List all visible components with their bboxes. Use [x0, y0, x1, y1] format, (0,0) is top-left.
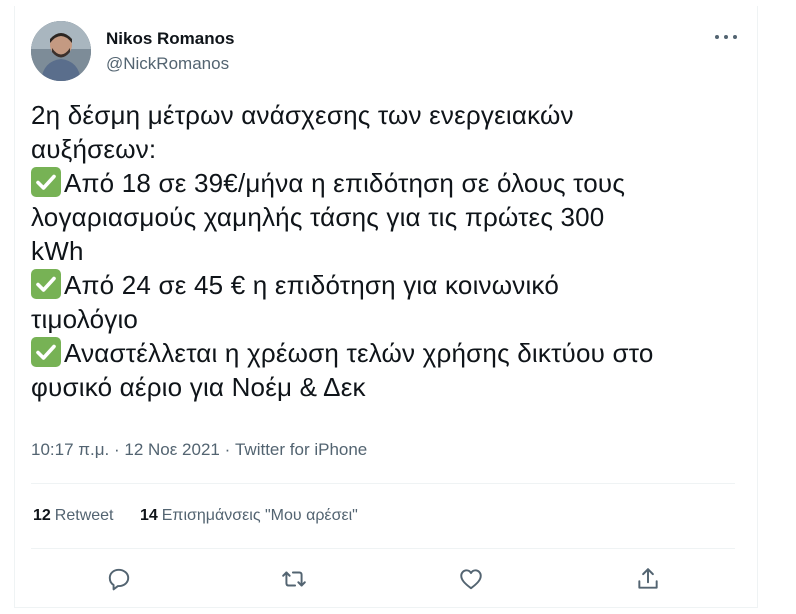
retweets-stat[interactable]: 12 Retweet — [33, 507, 114, 524]
tweet-line: kWh — [31, 234, 751, 268]
tweet-line: αυξήσεων: — [31, 132, 751, 166]
likes-count: 14 — [139, 507, 158, 524]
share-icon[interactable] — [635, 566, 661, 592]
like-icon[interactable] — [458, 566, 484, 592]
meta-separator: · — [224, 440, 235, 459]
tweet-line-text: Από 24 σε 45 € η επιδότηση για κοινωνικό — [64, 270, 559, 300]
tweet-line-text: αυξήσεων: — [31, 134, 157, 164]
retweets-count: 12 — [33, 507, 51, 524]
user-handle[interactable]: @NickRomanos — [106, 54, 229, 74]
tweet-line: φυσικό αέριο για Νοέμ & Δεκ — [31, 370, 751, 404]
check-mark-icon — [31, 269, 61, 299]
retweets-label: Retweet — [54, 507, 114, 524]
tweet-line-text: kWh — [31, 236, 84, 266]
likes-label: Επισημάνσεις "Μου αρέσει" — [161, 507, 358, 524]
divider — [31, 548, 735, 549]
tweet-source[interactable]: Twitter for iPhone — [235, 440, 367, 459]
tweet-line: Από 18 σε 39€/μήνα η επιδότηση σε όλους … — [31, 166, 751, 200]
retweet-icon[interactable] — [281, 566, 307, 592]
tweet-line-text: λογαριασμούς χαμηλής τάσης για τις πρώτε… — [31, 202, 605, 232]
tweet-line-text: φυσικό αέριο για Νοέμ & Δεκ — [31, 372, 366, 402]
tweet-date[interactable]: 12 Νοε 2021 — [124, 440, 219, 459]
tweet-line-text: Αναστέλλεται η χρέωση τελών χρήσης δικτύ… — [64, 338, 654, 368]
avatar-image — [31, 21, 91, 81]
likes-stat[interactable]: 14 Επισημάνσεις "Μου αρέσει" — [140, 507, 358, 524]
more-icon[interactable] — [712, 25, 740, 49]
tweet-text: 2η δέσμη μέτρων ανάσχεσης των ενεργειακώ… — [31, 98, 751, 404]
display-name[interactable]: Nikos Romanos — [106, 29, 234, 49]
tweet-line: λογαριασμούς χαμηλής τάσης για τις πρώτε… — [31, 200, 751, 234]
tweet-line: Από 24 σε 45 € η επιδότηση για κοινωνικό — [31, 268, 751, 302]
tweet-time[interactable]: 10:17 π.μ. — [31, 440, 109, 459]
tweet-line: τιμολόγιο — [31, 302, 751, 336]
tweet-line-text: Από 18 σε 39€/μήνα η επιδότηση σε όλους … — [64, 168, 626, 198]
divider — [31, 483, 735, 484]
tweet-meta: 10:17 π.μ. · 12 Νοε 2021 · Twitter for i… — [31, 440, 367, 460]
tweet-stats: 12 Retweet 14 Επισημάνσεις "Μου αρέσει" — [33, 507, 380, 525]
tweet-line-text: τιμολόγιο — [31, 304, 139, 334]
tweet-line-text: 2η δέσμη μέτρων ανάσχεσης των ενεργειακώ… — [31, 100, 574, 130]
tweet-line: Αναστέλλεται η χρέωση τελών χρήσης δικτύ… — [31, 336, 751, 370]
check-mark-icon — [31, 167, 61, 197]
avatar[interactable] — [31, 21, 91, 81]
check-mark-icon — [31, 337, 61, 367]
tweet-line: 2η δέσμη μέτρων ανάσχεσης των ενεργειακώ… — [31, 98, 751, 132]
reply-icon[interactable] — [106, 566, 132, 592]
meta-separator: · — [113, 440, 125, 459]
